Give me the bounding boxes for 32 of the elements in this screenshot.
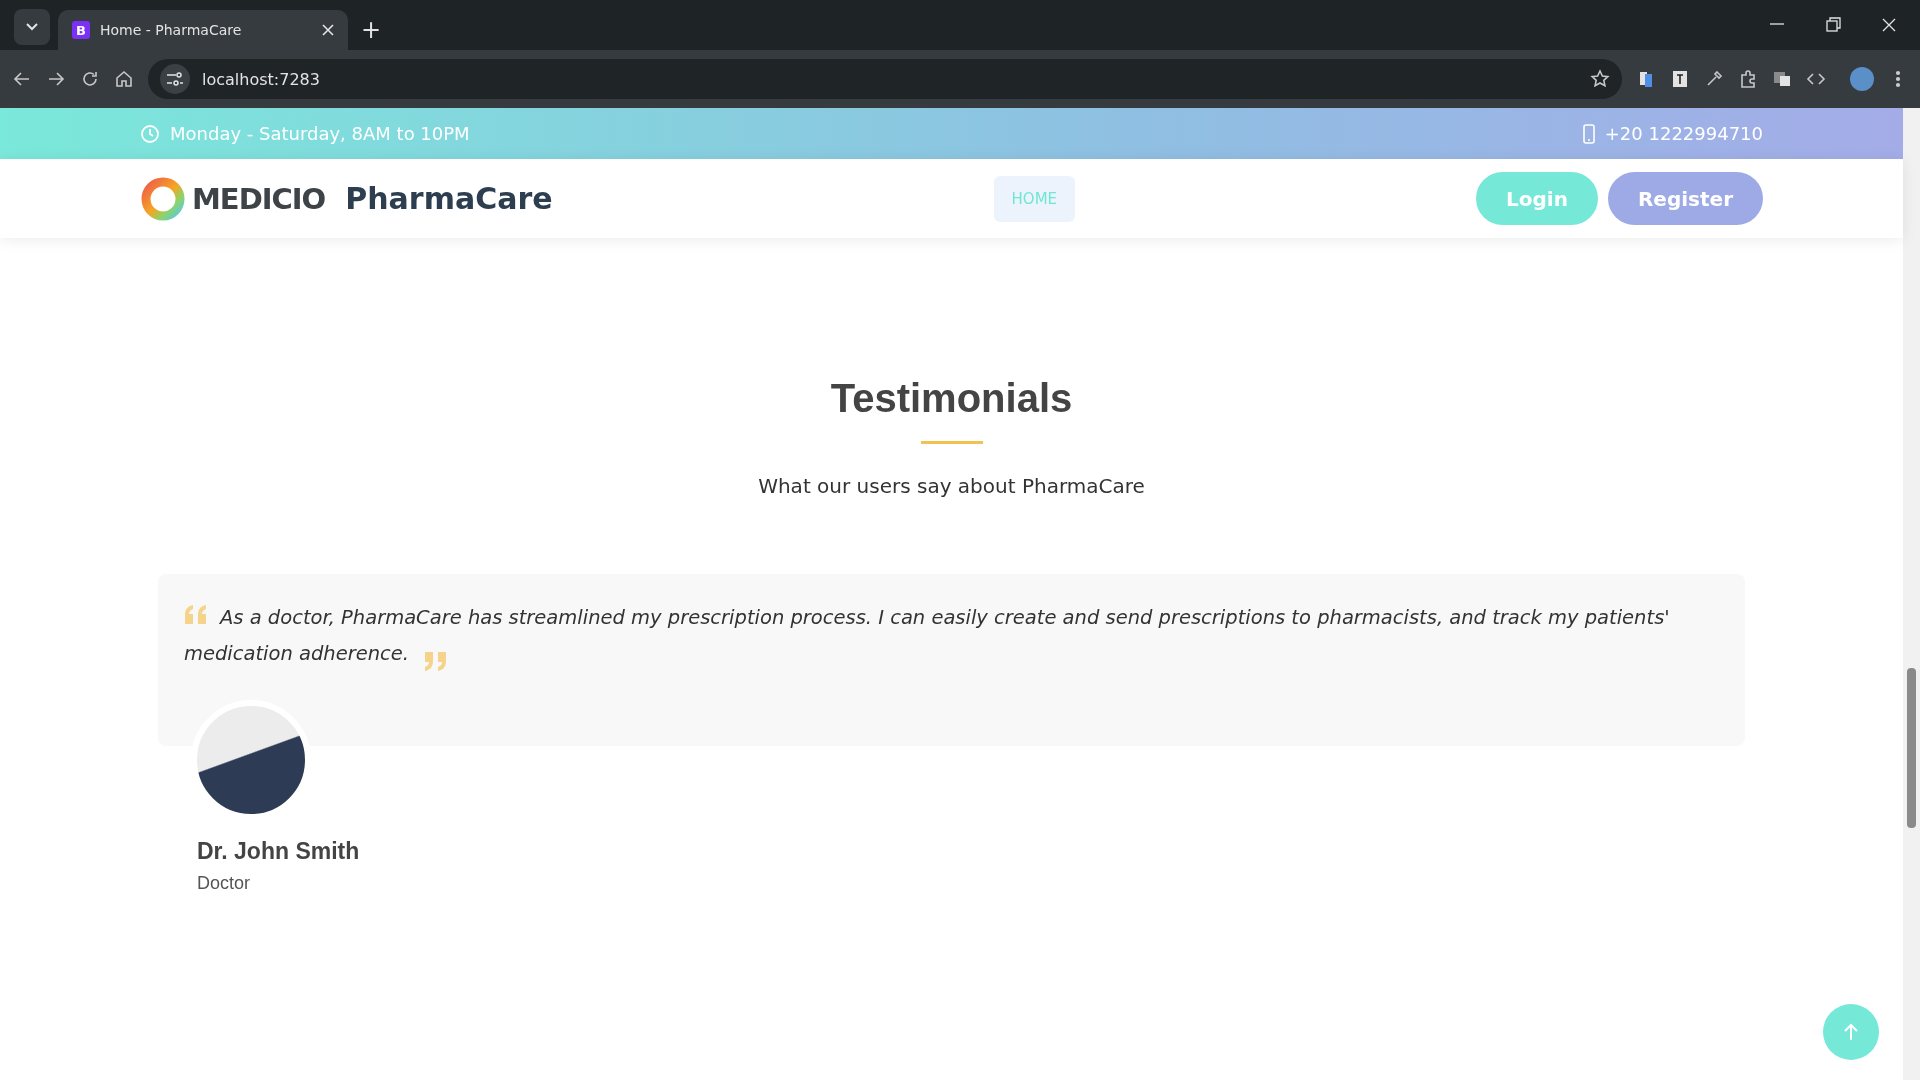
section-subtitle: What our users say about PharmaCare	[758, 474, 1145, 498]
opening-hours: Monday - Saturday, 8AM to 10PM	[170, 123, 470, 144]
close-icon[interactable]	[1880, 16, 1898, 34]
phone-number: +20 1222994710	[1604, 123, 1763, 144]
restore-icon[interactable]	[1824, 16, 1842, 34]
home-icon[interactable]	[114, 69, 134, 89]
brand-name: PharmaCare	[345, 181, 553, 216]
text-tool-icon[interactable]	[1670, 69, 1690, 89]
author-role: Doctor	[197, 873, 251, 894]
section-title: Testimonials	[830, 376, 1073, 421]
tab-title: Home - PharmaCare	[100, 22, 243, 38]
favicon: B	[72, 21, 90, 39]
scrollbar[interactable]	[1903, 108, 1920, 1080]
tab-search-button[interactable]	[14, 9, 50, 45]
puzzle-icon[interactable]	[1738, 69, 1758, 89]
logo-ring-icon	[140, 175, 186, 222]
new-tab-button[interactable]: +	[356, 10, 386, 50]
clock-icon	[140, 123, 160, 144]
browser-tab[interactable]: B Home - PharmaCare	[58, 10, 348, 50]
caret-icon	[26, 23, 38, 31]
arrow-up-icon	[1843, 1023, 1859, 1041]
bookmark-star-icon[interactable]	[1590, 69, 1610, 89]
profile-avatar[interactable]	[1850, 67, 1874, 91]
testimonial-quote: As a doctor, PharmaCare has streamlined my prescription process. I can easily create and send prescriptions to pharmacists, and track my patients' medication adherence.	[184, 600, 1719, 672]
reload-icon[interactable]	[80, 69, 100, 89]
site-settings-icon[interactable]	[160, 64, 190, 94]
closing-quote-icon	[423, 650, 447, 672]
logo-text: MEDICIO	[192, 181, 326, 216]
author-name: Dr. John Smith	[197, 838, 361, 865]
opening-quote-icon	[184, 604, 208, 626]
close-icon[interactable]	[322, 24, 334, 36]
phone-icon	[1582, 123, 1595, 144]
